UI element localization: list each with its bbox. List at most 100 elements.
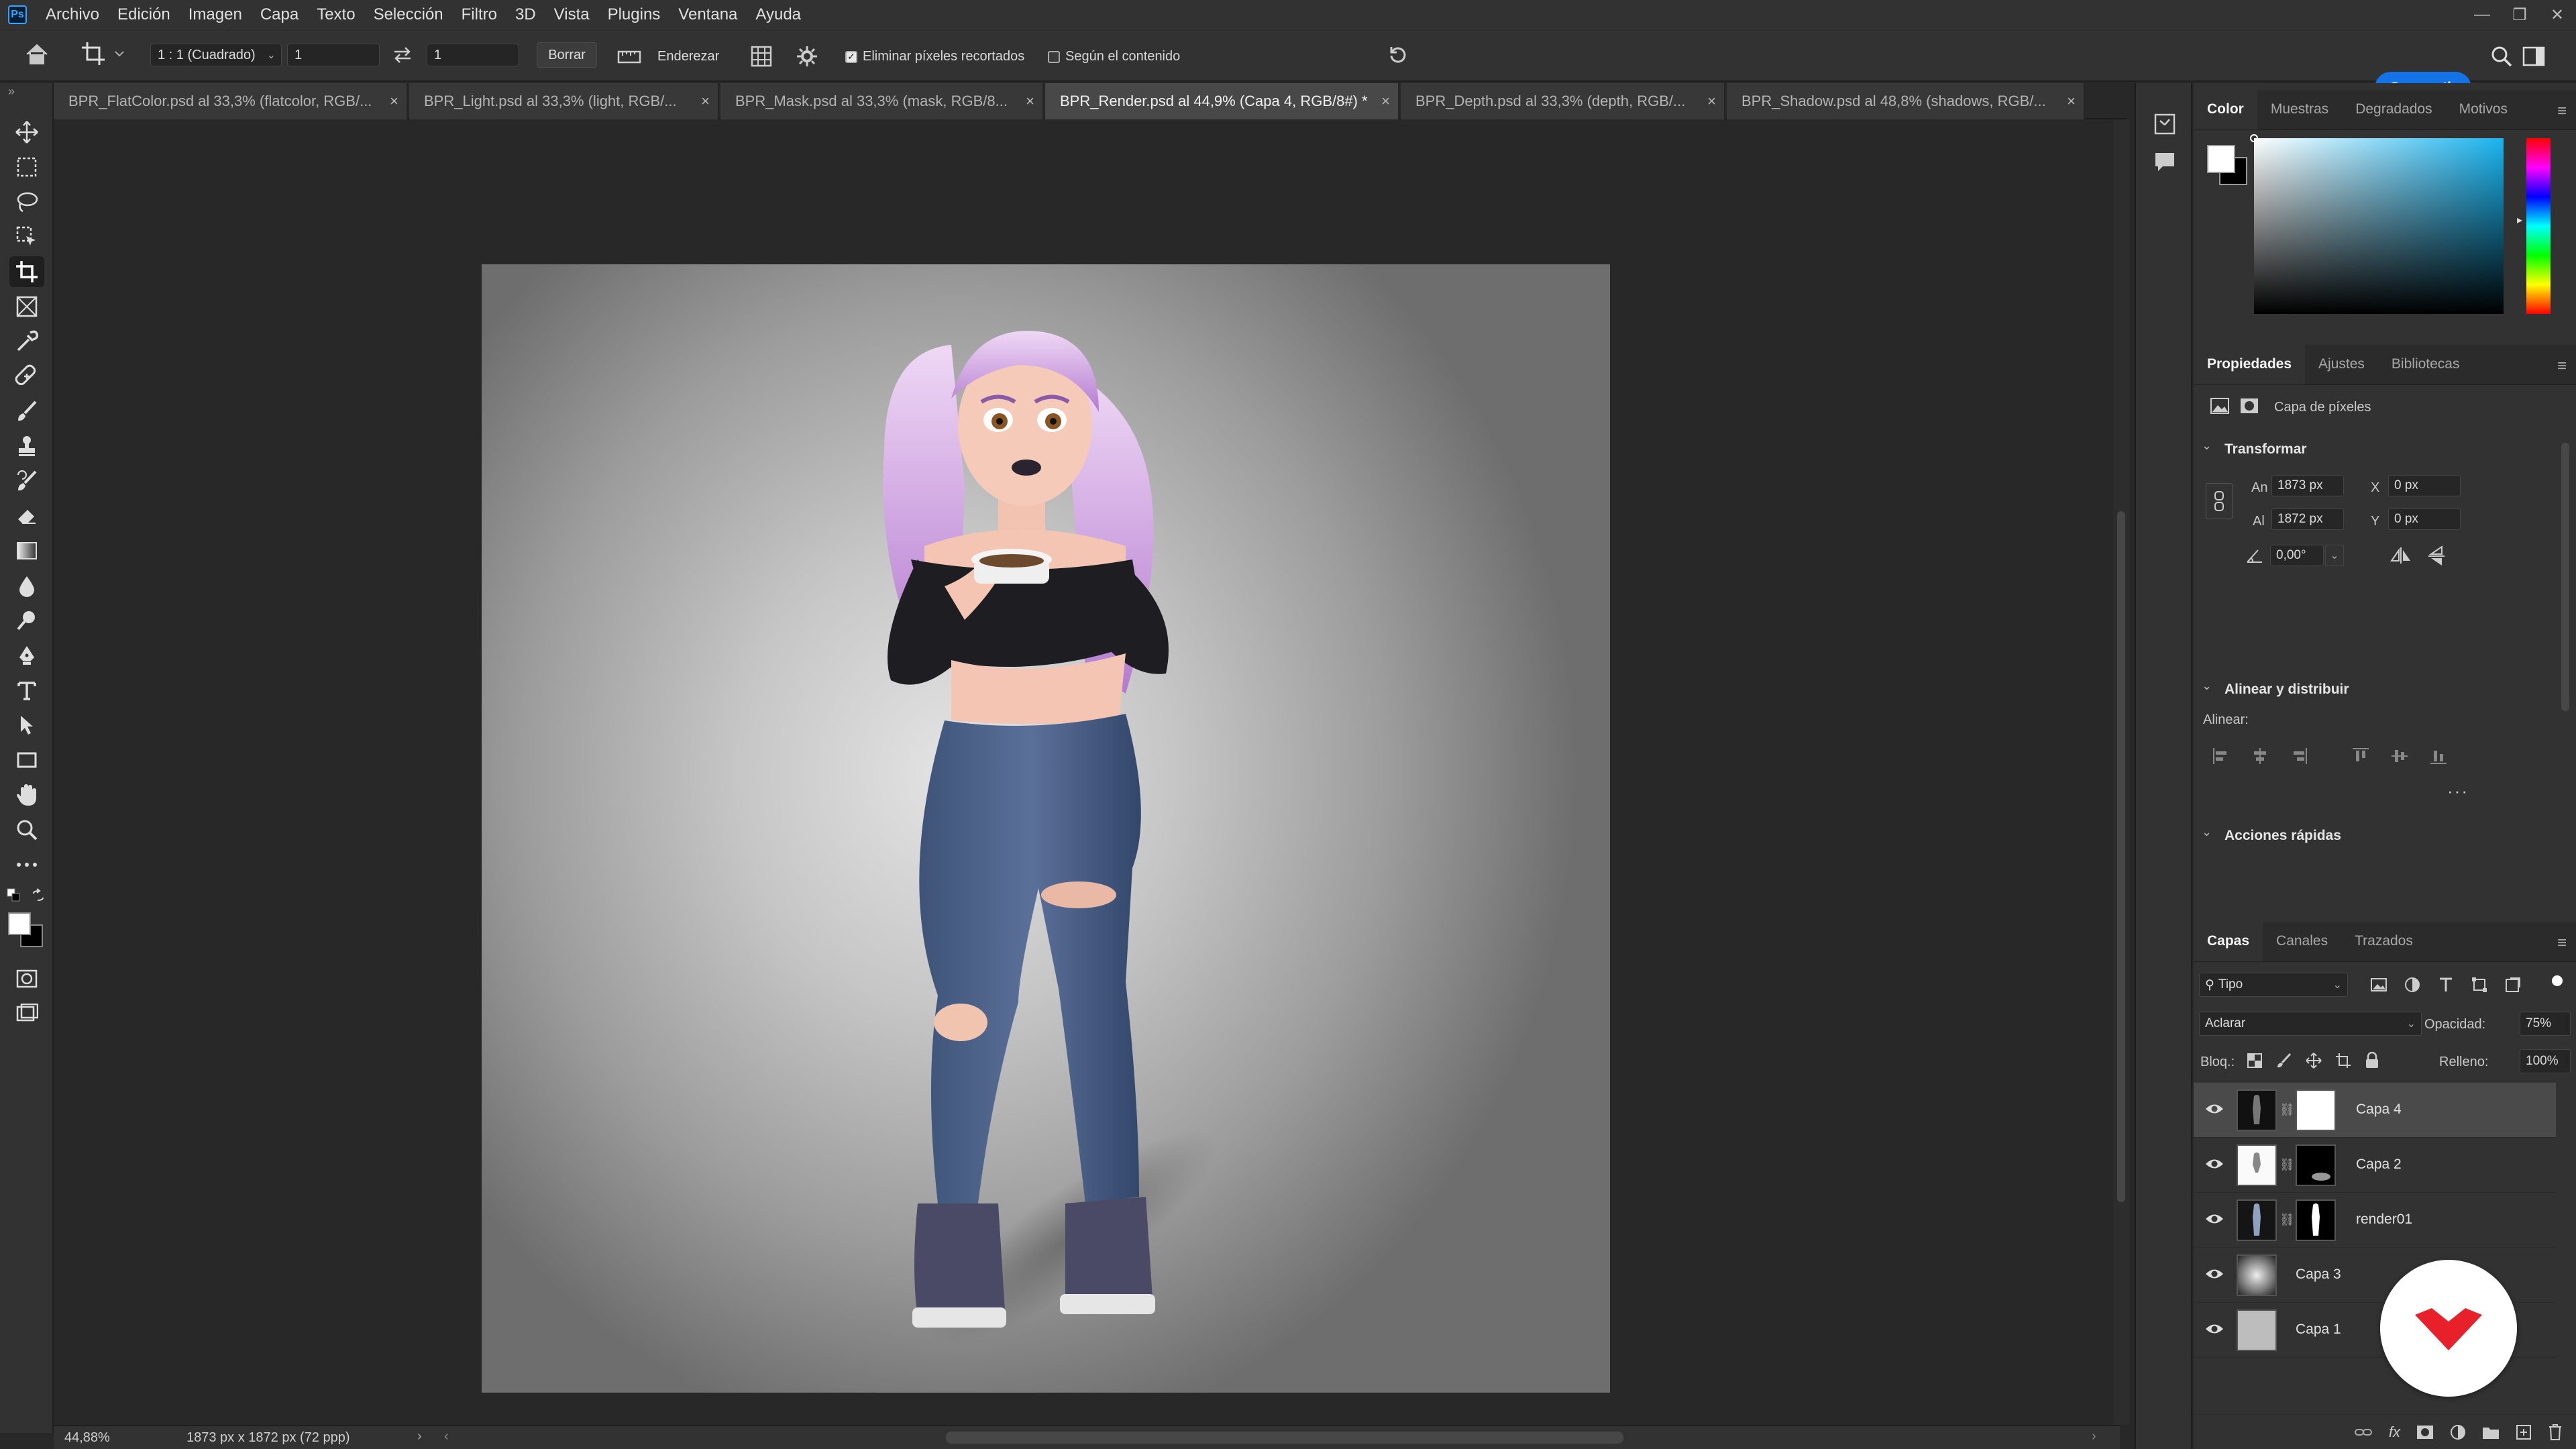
foreground-color-swatch[interactable] [8, 912, 31, 935]
rectangle-tool-icon[interactable] [9, 745, 44, 775]
close-tab-icon[interactable]: × [1707, 93, 1716, 110]
filter-type-icon[interactable] [2436, 975, 2455, 994]
opacity-input[interactable]: 75% [2520, 1012, 2571, 1036]
quick-actions-section-title[interactable]: Acciones rápidas [2224, 828, 2341, 844]
chevron-down-icon[interactable]: ⌄ [2202, 825, 2212, 839]
settings-gear-icon[interactable] [796, 45, 818, 68]
filter-toggle-icon[interactable] [2552, 975, 2563, 986]
visibility-eye-icon[interactable] [2204, 1212, 2224, 1226]
tab-degradados[interactable]: Degradados [2342, 89, 2445, 129]
angle-input[interactable]: 0,00° [2270, 545, 2324, 566]
object-selection-tool-icon[interactable] [9, 221, 44, 252]
new-group-icon[interactable] [2482, 1425, 2500, 1440]
restore-button[interactable]: ❐ [2501, 0, 2538, 30]
straighten-label[interactable]: Enderezar [657, 49, 719, 64]
width-input[interactable]: 1873 px [2271, 475, 2344, 496]
document-canvas[interactable] [482, 264, 1610, 1393]
align-left-icon[interactable] [2211, 746, 2231, 766]
tab-propiedades[interactable]: Propiedades [2194, 344, 2306, 384]
visibility-eye-icon[interactable] [2204, 1267, 2224, 1281]
delete-layer-icon[interactable] [2548, 1424, 2563, 1441]
zoom-level[interactable]: 44,88% [64, 1430, 110, 1446]
align-middle-vertical-icon[interactable] [2390, 746, 2410, 766]
filter-smart-object-icon[interactable] [2504, 975, 2522, 994]
reset-icon[interactable] [1386, 44, 1410, 68]
tab-muestras[interactable]: Muestras [2257, 89, 2342, 129]
scroll-left-arrow-icon[interactable]: ‹ [444, 1429, 449, 1444]
collapse-toolbar-icon[interactable]: » [8, 85, 15, 99]
move-tool-icon[interactable] [9, 117, 44, 148]
delete-cropped-pixels-checkbox[interactable]: ✓ Eliminar píxeles recortados [845, 49, 1024, 64]
align-bottom-icon[interactable] [2428, 746, 2449, 766]
lock-image-icon[interactable] [2275, 1052, 2293, 1069]
menu-edicion[interactable]: Edición [117, 5, 170, 24]
blur-tool-icon[interactable] [9, 570, 44, 601]
search-icon[interactable] [2490, 45, 2513, 68]
eyedropper-tool-icon[interactable] [9, 326, 44, 357]
align-center-horizontal-icon[interactable] [2250, 746, 2270, 766]
flip-vertical-icon[interactable] [2427, 545, 2446, 568]
tab-light[interactable]: BPR_Light.psd al 33,3% (light, RGB/... × [409, 83, 719, 119]
visibility-eye-icon[interactable] [2204, 1322, 2224, 1336]
marquee-tool-icon[interactable] [9, 152, 44, 182]
frame-tool-icon[interactable] [9, 291, 44, 322]
color-picker-field[interactable] [2254, 138, 2504, 314]
status-menu-arrow-icon[interactable]: › [417, 1429, 422, 1444]
color-panel-foreground-swatch[interactable] [2207, 145, 2235, 173]
clone-stamp-tool-icon[interactable] [9, 431, 44, 462]
close-tab-icon[interactable]: × [390, 93, 398, 110]
horizontal-scroll-thumb[interactable] [946, 1432, 1623, 1444]
crop-tool-preset-icon[interactable] [80, 41, 127, 68]
straighten-icon[interactable] [617, 46, 641, 66]
new-layer-icon[interactable] [2516, 1424, 2532, 1440]
comments-panel-icon[interactable] [2153, 150, 2176, 173]
panel-menu-icon[interactable]: ≡ [2557, 102, 2567, 121]
blend-mode-select[interactable]: Aclarar ⌄ [2199, 1012, 2422, 1036]
align-top-icon[interactable] [2351, 746, 2371, 766]
close-tab-icon[interactable]: × [701, 93, 710, 110]
lock-position-icon[interactable] [2305, 1052, 2322, 1069]
chain-link-icon[interactable]: ⛓ [2279, 1103, 2295, 1117]
screen-mode-icon[interactable] [9, 998, 44, 1029]
filter-pixel-icon[interactable] [2369, 975, 2388, 994]
tab-shadow[interactable]: BPR_Shadow.psd al 48,8% (shadows, RGB/..… [1727, 83, 2085, 119]
swap-icon[interactable] [392, 45, 413, 65]
align-right-icon[interactable] [2289, 746, 2309, 766]
scroll-right-arrow-icon[interactable]: › [2092, 1429, 2096, 1444]
lasso-tool-icon[interactable] [9, 186, 44, 217]
ratio-height-input[interactable]: 1 [427, 44, 519, 66]
lock-all-icon[interactable] [2364, 1052, 2380, 1069]
visibility-eye-icon[interactable] [2204, 1102, 2224, 1116]
dodge-tool-icon[interactable] [9, 605, 44, 636]
panel-menu-icon[interactable]: ≡ [2557, 357, 2567, 376]
ratio-width-input[interactable]: 1 [287, 44, 380, 66]
link-layers-icon[interactable] [2354, 1426, 2373, 1439]
type-tool-icon[interactable] [9, 675, 44, 706]
layer-filter-select[interactable]: ⚲ Tipo ⌄ [2199, 973, 2348, 997]
workspace-icon[interactable] [2522, 45, 2549, 68]
clear-button[interactable]: Borrar [537, 42, 597, 68]
layer-row-capa-2[interactable]: ⛓ Capa 2 [2194, 1138, 2556, 1193]
tab-capas[interactable]: Capas [2194, 921, 2263, 961]
menu-archivo[interactable]: Archivo [46, 5, 99, 24]
visibility-eye-icon[interactable] [2204, 1157, 2224, 1171]
color-picker-cursor[interactable] [2250, 134, 2258, 142]
tab-mask[interactable]: BPR_Mask.psd al 33,3% (mask, RGB/8... × [720, 83, 1044, 119]
layer-style-fx-icon[interactable]: fx [2389, 1424, 2400, 1441]
vertical-scrollbar[interactable] [2113, 119, 2129, 1425]
content-aware-checkbox[interactable]: Según el contenido [1048, 49, 1180, 64]
tab-color[interactable]: Color [2194, 89, 2257, 129]
menu-ventana[interactable]: Ventana [678, 5, 737, 24]
fill-input[interactable]: 100% [2520, 1049, 2571, 1073]
home-icon[interactable] [24, 42, 50, 66]
angle-dropdown-icon[interactable]: ⌄ [2325, 545, 2344, 566]
tab-flatcolor[interactable]: BPR_FlatColor.psd al 33,3% (flatcolor, R… [54, 83, 408, 119]
eraser-tool-icon[interactable] [9, 500, 44, 531]
menu-ayuda[interactable]: Ayuda [755, 5, 801, 24]
tab-bibliotecas[interactable]: Bibliotecas [2378, 344, 2473, 384]
zoom-tool-icon[interactable] [9, 814, 44, 845]
lock-transparent-icon[interactable] [2246, 1052, 2263, 1069]
menu-seleccion[interactable]: Selección [374, 5, 443, 24]
more-options-icon[interactable]: ··· [2447, 781, 2469, 802]
menu-texto[interactable]: Texto [317, 5, 355, 24]
